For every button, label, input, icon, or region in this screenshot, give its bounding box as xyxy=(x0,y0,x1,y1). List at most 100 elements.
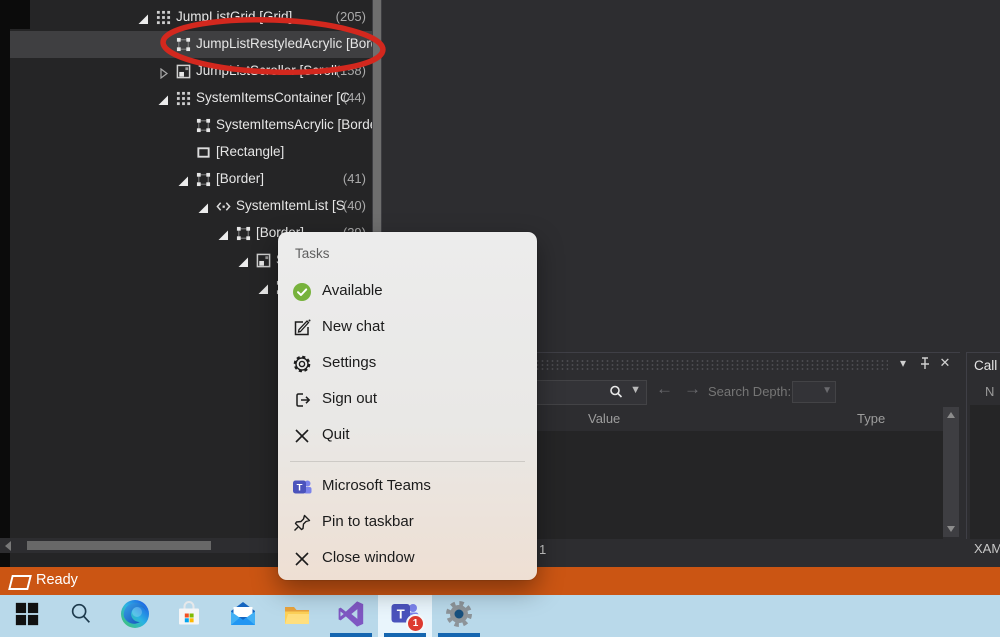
scroll-down-arrow-icon[interactable] xyxy=(947,526,955,532)
menu-item-settings[interactable]: Settings xyxy=(278,346,537,382)
windows-start-icon xyxy=(14,601,40,632)
tree-vertical-scrollbar-thumb[interactable] xyxy=(373,0,381,235)
mail-icon xyxy=(228,599,258,634)
tree-row[interactable]: SystemItemsContainer [C(44) xyxy=(10,85,372,112)
window-pin-icon[interactable] xyxy=(916,354,934,372)
tree-expander-expanded-icon[interactable] xyxy=(238,255,249,266)
menu-item-new-chat[interactable]: New chat xyxy=(278,310,537,346)
menu-item-pin-to-taskbar[interactable]: Pin to taskbar xyxy=(278,505,537,541)
tree-expander-expanded-icon[interactable] xyxy=(158,93,169,104)
search-magnifier-icon[interactable] xyxy=(608,384,624,400)
tree-node-label[interactable]: SystemItemsAcrylic [Border xyxy=(216,117,382,132)
file-explorer-icon xyxy=(282,599,312,634)
running-indicator xyxy=(438,633,480,637)
sign-out-icon xyxy=(292,390,312,410)
search-forward-arrow-icon[interactable]: → xyxy=(684,379,701,399)
tree-node-label[interactable]: [Rectangle] xyxy=(216,144,284,159)
tree-row[interactable]: SystemItemsAcrylic [Border xyxy=(10,112,372,139)
running-indicator xyxy=(384,633,426,637)
tree-row[interactable]: [Rectangle] xyxy=(10,139,372,166)
element-border-icon xyxy=(176,37,191,52)
tree-node-label[interactable]: JumpListScroller [Scroll xyxy=(196,63,337,78)
tree-row[interactable]: SystemItemList [S(40) xyxy=(10,193,372,220)
status-flag-icon xyxy=(8,575,32,590)
teams-jumplist-menu: Tasks Available New chat Settings Sign out Q… xyxy=(278,232,537,580)
windows-taskbar: T1 xyxy=(0,595,1000,637)
taskbar-mail-icon[interactable] xyxy=(216,595,270,637)
menu-item-label: Sign out xyxy=(322,390,377,407)
tree-expander-expanded-icon[interactable] xyxy=(218,228,229,239)
column-header-value[interactable]: Value xyxy=(588,411,620,426)
menu-section-header: Tasks xyxy=(295,246,330,261)
app-window: JumpListGrid [Grid](205)JumpListRestyled… xyxy=(0,0,1000,637)
settings-gear-icon xyxy=(292,354,312,374)
tree-row-selected[interactable]: JumpListRestyledAcrylic [Borde xyxy=(10,31,372,58)
element-border-icon xyxy=(196,172,211,187)
tree-expander-collapsed-icon[interactable] xyxy=(158,66,169,77)
call-stack-title: Call S xyxy=(974,358,1000,373)
new-chat-icon xyxy=(292,318,312,338)
menu-item-label: New chat xyxy=(322,318,385,335)
svg-text:T: T xyxy=(397,606,405,621)
taskbar-teams-icon[interactable]: T1 xyxy=(378,595,432,637)
menu-item-label: Microsoft Teams xyxy=(322,477,431,494)
call-stack-panel: Call S N xyxy=(966,352,1000,539)
element-grid-icon xyxy=(156,10,171,25)
window-options-chevron-icon[interactable]: ▾ xyxy=(894,354,912,372)
taskbar-search-icon xyxy=(68,601,94,632)
pin-icon xyxy=(292,513,312,533)
taskbar-file-explorer-icon[interactable] xyxy=(270,595,324,637)
watch-vertical-scrollbar[interactable] xyxy=(943,407,959,537)
tree-node-label[interactable]: [Border] xyxy=(216,171,264,186)
menu-item-label: Available xyxy=(322,282,383,299)
tree-row[interactable]: [Border] (41) xyxy=(10,166,372,193)
menu-separator xyxy=(290,461,525,462)
menu-item-close-window[interactable]: Close window xyxy=(278,541,537,577)
search-depth-combobox[interactable]: ▼ xyxy=(792,381,836,403)
tree-row[interactable]: JumpListGrid [Grid](205) xyxy=(10,4,372,31)
tree-expander-expanded-icon[interactable] xyxy=(198,201,209,212)
tree-node-label[interactable]: JumpListRestyledAcrylic [Borde xyxy=(196,36,382,51)
taskbar-edge-icon[interactable] xyxy=(108,595,162,637)
descendant-count: (41) xyxy=(326,171,366,186)
close-icon xyxy=(292,549,312,569)
menu-item-available[interactable]: Available xyxy=(278,274,537,310)
tree-node-label[interactable]: JumpListGrid [Grid] xyxy=(176,9,292,24)
taskbar-store-icon[interactable] xyxy=(162,595,216,637)
menu-item-label: Pin to taskbar xyxy=(322,513,414,530)
search-options-caret-icon[interactable]: ▼ xyxy=(630,384,641,396)
taskbar-windows-start-icon[interactable] xyxy=(0,595,54,637)
scroll-left-arrow-icon[interactable] xyxy=(5,541,11,551)
taskbar-taskbar-search-icon[interactable] xyxy=(54,595,108,637)
quit-icon xyxy=(292,426,312,446)
tree-horizontal-scrollbar-thumb[interactable] xyxy=(27,541,211,550)
menu-item-sign-out[interactable]: Sign out xyxy=(278,382,537,418)
tree-row[interactable]: JumpListScroller [Scroll(158) xyxy=(10,58,372,85)
descendant-count: (40) xyxy=(326,198,366,213)
element-scroll-icon xyxy=(176,64,191,79)
taskbar-visual-studio-icon[interactable] xyxy=(324,595,378,637)
menu-item-label: Quit xyxy=(322,426,350,443)
search-depth-label: Search Depth: xyxy=(708,384,791,399)
tree-left-margin xyxy=(0,0,10,567)
tree-expander-expanded-icon[interactable] xyxy=(138,12,149,23)
running-indicator xyxy=(330,633,372,637)
element-rectangle-icon xyxy=(196,145,211,160)
search-back-arrow-icon[interactable]: ← xyxy=(656,379,673,399)
taskbar-settings-icon[interactable] xyxy=(432,595,486,637)
scroll-up-arrow-icon[interactable] xyxy=(947,412,955,418)
descendant-count: (158) xyxy=(326,63,366,78)
page-indicator: 1 xyxy=(539,542,546,557)
element-itemscontrol-icon xyxy=(216,199,231,214)
tree-expander-expanded-icon[interactable] xyxy=(258,282,269,293)
window-close-icon[interactable]: ✕ xyxy=(936,354,954,372)
notification-badge: 1 xyxy=(406,614,425,633)
menu-item-quit[interactable]: Quit xyxy=(278,418,537,454)
column-header-type[interactable]: Type xyxy=(857,411,885,426)
store-icon xyxy=(174,599,204,634)
tree-expander-expanded-icon[interactable] xyxy=(178,174,189,185)
bottom-tab-xaml[interactable]: XAM xyxy=(974,541,1000,556)
descendant-count: (44) xyxy=(326,90,366,105)
combobox-caret-icon[interactable]: ▼ xyxy=(822,385,832,396)
menu-item-microsoft-teams[interactable]: TMicrosoft Teams xyxy=(278,469,537,505)
